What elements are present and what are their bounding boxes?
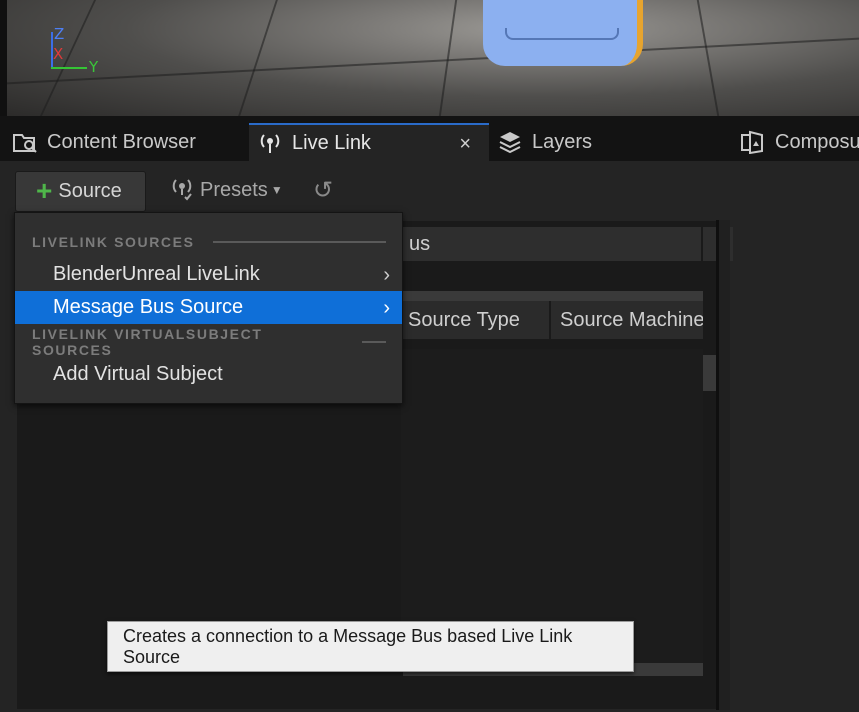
tab-content-browser[interactable]: Content Browser [12,123,242,161]
tooltip-text: Creates a connection to a Message Bus ba… [123,625,573,667]
axis-gizmo: Z X Y [40,25,110,78]
tab-label: Live Link [292,131,371,154]
tab-label: Composu [775,130,859,153]
tab-label: Layers [532,130,593,153]
selected-mesh[interactable] [483,0,643,66]
viewport-scene[interactable] [7,0,859,116]
level-viewport[interactable]: Z X Y [0,0,859,116]
tab-composure[interactable]: Composu [740,123,859,161]
menu-item-label: Message Bus Source [53,296,244,318]
status-header[interactable]: us [401,227,703,261]
chevron-right-icon: › [383,297,390,319]
revert-button[interactable]: ↺ [313,175,333,205]
chevron-right-icon: › [383,264,390,286]
presets-icon [170,177,194,203]
section-header-virtualsubject-sources: LIVELINK VIRTUALSUBJECT SOURCES [15,326,402,358]
live-link-icon [257,130,283,156]
presets-button[interactable]: Presets ▼ [170,175,283,205]
tab-live-link[interactable]: Live Link × [249,123,489,161]
tab-bar: Content Browser Live Link × Layers Compo… [0,116,859,161]
menu-item-label: Add Virtual Subject [53,363,223,385]
vertical-scrollbar[interactable] [703,355,717,391]
plus-icon: + [36,174,53,206]
tab-label: Content Browser [47,130,196,153]
source-button-label: Source [58,180,122,202]
sources-table-header: Source Type Source Machine [401,291,703,339]
axis-x-label: X [53,45,64,63]
tooltip: Creates a connection to a Message Bus ba… [107,621,634,672]
status-header-label: us [409,233,431,255]
content-browser-icon [12,129,38,155]
chevron-down-icon: ▼ [270,183,283,197]
menu-item-label: BlenderUnreal LiveLink [53,263,260,285]
section-label: LIVELINK VIRTUALSUBJECT SOURCES [32,326,263,358]
tab-layers[interactable]: Layers [497,123,727,161]
composure-icon [740,129,766,155]
panel-splitter[interactable] [716,220,730,710]
presets-label: Presets [200,178,268,201]
menu-item-add-virtual-subject[interactable]: Add Virtual Subject [15,358,402,391]
column-source-type[interactable]: Source Type [401,301,551,339]
menu-item-message-bus-source[interactable]: Message Bus Source › [15,291,402,324]
section-header-livelink-sources: LIVELINK SOURCES [15,227,402,257]
axis-z-label: Z [54,25,65,43]
revert-icon: ↺ [313,176,334,204]
menu-item-blenderunreal-livelink[interactable]: BlenderUnreal LiveLink › [15,258,402,291]
axis-y-label: Y [89,58,99,76]
close-icon[interactable]: × [459,133,471,156]
column-source-machine[interactable]: Source Machine [553,301,703,339]
section-label: LIVELINK SOURCES [32,234,195,250]
add-source-button[interactable]: + Source [15,171,146,212]
layers-icon [497,129,523,155]
sources-list[interactable] [401,349,703,663]
source-dropdown-menu: LIVELINK SOURCES BlenderUnreal LiveLink … [14,212,403,404]
